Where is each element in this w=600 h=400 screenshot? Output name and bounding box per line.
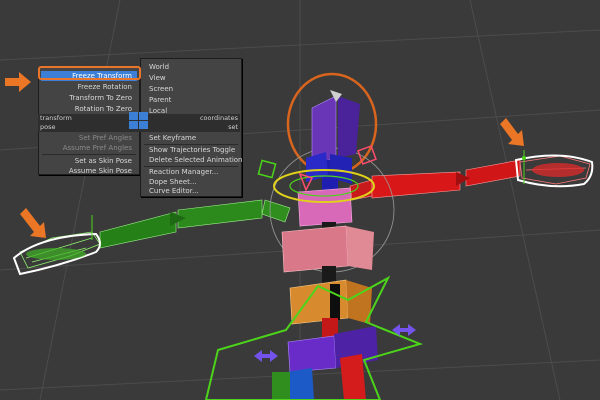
menu-item-set-keyframe[interactable]: Set Keyframe: [143, 133, 239, 143]
menu-item-reaction-manager[interactable]: Reaction Manager...: [143, 167, 239, 177]
menu-item-transform-to-zero[interactable]: Transform To Zero: [41, 93, 137, 103]
menu-item-delete-selected-animation[interactable]: Delete Selected Animation: [143, 155, 242, 165]
menu-item-curve-editor[interactable]: Curve Editor...: [143, 186, 239, 196]
menu-item-set-as-skin-pose[interactable]: Set as Skin Pose: [41, 156, 137, 166]
viewport-3d[interactable]: [0, 0, 600, 400]
freeze-transform-highlight: [38, 66, 141, 80]
menu-item-freeze-rotation[interactable]: Freeze Rotation: [41, 82, 137, 92]
header-pose-label: pose: [40, 123, 56, 131]
right-arm: [349, 150, 594, 201]
menu-item-set-pref-angles[interactable]: Set Pref Angles: [41, 133, 137, 143]
left-arm: [12, 199, 291, 276]
header-set-label: set: [228, 123, 238, 131]
header-coordinates-label: coordinates: [199, 114, 238, 122]
menu-item-assume-pref-angles[interactable]: Assume Pref Angles: [41, 143, 137, 153]
menu-item-rotation-to-zero[interactable]: Rotation To Zero: [41, 104, 137, 114]
menu-item-assume-skin-pose[interactable]: Assume Skin Pose: [41, 166, 137, 176]
menu-item-view[interactable]: View: [143, 73, 239, 83]
pelvis: [272, 326, 378, 400]
spine: [281, 90, 374, 348]
menu-item-screen[interactable]: Screen: [143, 84, 239, 94]
quad-center-icon[interactable]: [129, 112, 149, 129]
header-transform-label: transform: [40, 114, 72, 122]
menu-separator: [42, 154, 136, 155]
menu-item-parent[interactable]: Parent: [143, 95, 239, 105]
menu-item-show-trajectories-toggle[interactable]: Show Trajectories Toggle: [143, 145, 239, 155]
menu-item-world[interactable]: World: [143, 62, 239, 72]
